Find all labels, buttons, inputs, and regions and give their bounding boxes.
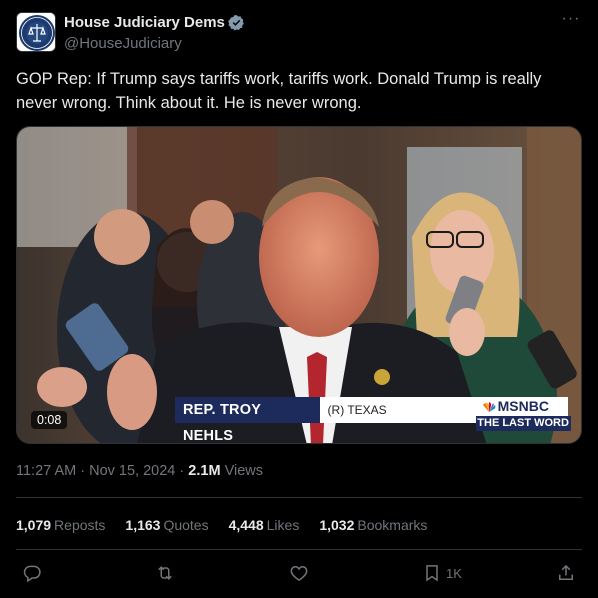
verified-icon (227, 15, 244, 31)
stat-bookmarks[interactable]: 1,032 Bookmarks (319, 517, 427, 533)
engagement-stats: 1,079 Reposts 1,163 Quotes 4,448 Likes 1,03… (16, 517, 447, 533)
divider (16, 497, 582, 498)
handle[interactable]: @HouseJudiciary (64, 35, 182, 52)
tweet-header: House Judiciary Dems @HouseJudiciary ··· (16, 11, 586, 56)
stat-count: 1,163 (125, 517, 161, 533)
stat-count: 4,448 (228, 517, 264, 533)
network-logo: MSNBC THE LAST WORD (475, 397, 571, 431)
share-icon (559, 564, 573, 580)
tweet-date[interactable]: Nov 15, 2024 (89, 463, 175, 479)
video-duration: 0:08 (31, 411, 68, 429)
share-button[interactable] (556, 563, 576, 583)
like-button[interactable] (289, 563, 309, 583)
tweet-meta: 11:27 AM · Nov 15, 2024 · 2.1M Views (16, 463, 263, 479)
stat-label: Likes (266, 517, 300, 533)
stat-label: Quotes (163, 517, 209, 533)
lower-third-name: REP. TROY NEHLS (175, 397, 320, 443)
seal-icon (17, 13, 55, 51)
meta-separator-2: · (179, 463, 185, 479)
like-icon (290, 565, 308, 581)
reply-icon (23, 565, 41, 583)
more-icon[interactable]: ··· (560, 11, 582, 34)
lower-third-party: (R) TEXAS (319, 397, 476, 423)
tweet-text: GOP Rep: If Trump says tariffs work, tar… (16, 70, 542, 112)
network-name: MSNBC (482, 398, 549, 414)
stat-reposts[interactable]: 1,079 Reposts (16, 517, 105, 533)
reply-button[interactable] (22, 563, 42, 583)
show-name: THE LAST WORD (475, 416, 571, 431)
bookmark-count: 1K (446, 565, 462, 581)
action-bar: 1K (22, 563, 582, 587)
repost-icon (158, 566, 172, 580)
repost-button[interactable] (155, 563, 175, 583)
peacock-icon (482, 402, 496, 412)
stat-count: 1,032 (319, 517, 355, 533)
network-label: MSNBC (497, 398, 549, 414)
avatar[interactable] (16, 12, 56, 52)
stat-quotes[interactable]: 1,163 Quotes (125, 517, 208, 533)
video-player[interactable]: REP. TROY NEHLS (R) TEXAS MSNBC THE LAST… (16, 126, 582, 444)
bookmark-button[interactable]: 1K (422, 563, 462, 583)
meta-separator: · (80, 463, 86, 479)
stat-label: Reposts (54, 517, 106, 533)
stat-likes[interactable]: 4,448 Likes (229, 517, 300, 533)
stat-label: Bookmarks (357, 517, 428, 533)
tweet-time[interactable]: 11:27 AM (16, 463, 76, 479)
divider (16, 549, 582, 550)
bookmark-icon (426, 565, 438, 582)
stat-count: 1,079 (16, 517, 52, 533)
views-count: 2.1M (188, 463, 221, 479)
lower-third: REP. TROY NEHLS (R) TEXAS MSNBC THE LAST… (175, 397, 571, 443)
views-label: Views (224, 463, 263, 479)
display-name[interactable]: House Judiciary Dems (64, 14, 225, 31)
